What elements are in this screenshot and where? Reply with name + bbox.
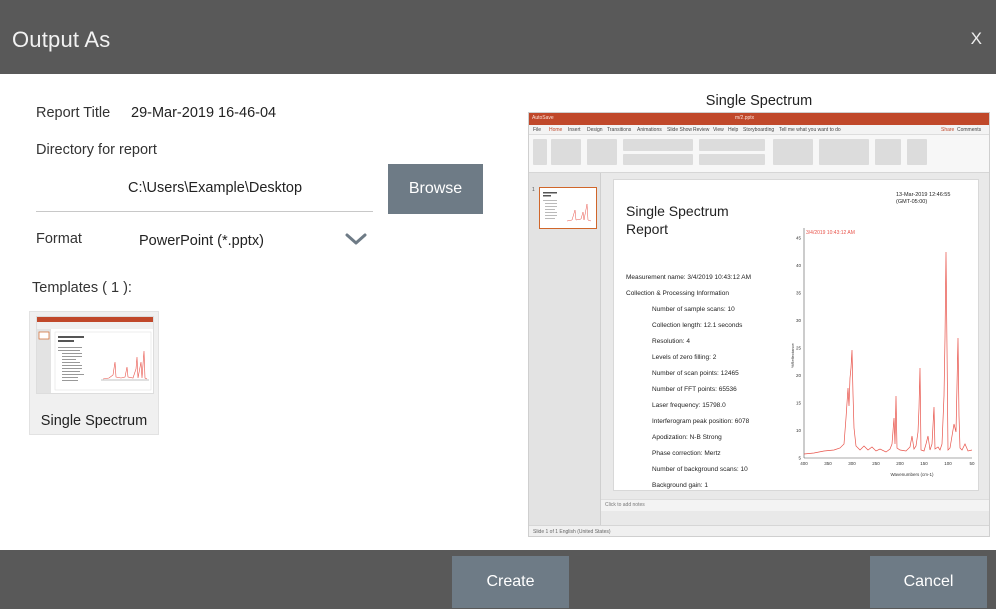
report-title-input[interactable]: 29-Mar-2019 16-46-04 bbox=[131, 105, 276, 121]
pp-statusbar: Slide 1 of 1 English (United States) bbox=[529, 525, 989, 536]
slide-title: Single Spectrum Report bbox=[626, 203, 729, 237]
dialog-title: Output As bbox=[12, 27, 111, 52]
slide-info-line: Interferogram peak position: 6078 bbox=[652, 418, 750, 425]
preview-title: Single Spectrum bbox=[705, 93, 813, 109]
slide-info-line: Number of scan points: 12465 bbox=[652, 370, 739, 377]
directory-divider bbox=[36, 211, 373, 212]
y-tick-label: 30 bbox=[796, 318, 802, 323]
slide-info-line: Background gain: 1 bbox=[652, 482, 709, 489]
slide-info-line: Levels of zero filling: 2 bbox=[652, 354, 717, 361]
x-tick-label: 50 bbox=[969, 461, 975, 466]
pp-slide: Single Spectrum Report 13-Mar-2019 12:46… bbox=[613, 179, 979, 491]
pp-window-title: m/2.pptx bbox=[735, 115, 755, 121]
x-tick-label: 150 bbox=[920, 461, 928, 466]
pp-tab: Transitions bbox=[607, 127, 632, 133]
y-tick-label: 45 bbox=[796, 236, 802, 241]
report-title-label: Report Title bbox=[36, 105, 111, 121]
pp-tab: Tell me what you want to do bbox=[779, 127, 841, 133]
browse-button[interactable]: Browse bbox=[388, 164, 483, 214]
svg-text:3/4/2019 10:43:12 AM: 3/4/2019 10:43:12 AM bbox=[806, 230, 855, 236]
pp-slide-thumbnail bbox=[539, 187, 597, 229]
pp-tab: Storyboarding bbox=[743, 127, 775, 133]
template-name: Single Spectrum bbox=[40, 413, 148, 429]
pp-comments: Comments bbox=[957, 127, 982, 133]
slide-info-line: Collection length: 12.1 seconds bbox=[652, 322, 743, 329]
format-label: Format bbox=[36, 231, 82, 247]
y-tick-label: 20 bbox=[796, 373, 802, 378]
pp-tab: Insert bbox=[568, 127, 581, 133]
chevron-down-icon[interactable] bbox=[343, 229, 369, 249]
y-tick-label: 25 bbox=[796, 346, 802, 351]
y-tick-label: 15 bbox=[796, 401, 802, 406]
x-tick-label: 350 bbox=[824, 461, 832, 466]
pp-notes: Click to add notes bbox=[601, 499, 989, 511]
cancel-button[interactable]: Cancel bbox=[870, 556, 987, 608]
svg-text:%Reflectance: %Reflectance bbox=[790, 343, 795, 368]
pp-tab: File bbox=[533, 127, 542, 133]
y-tick-label: 40 bbox=[796, 263, 802, 268]
slide-info-list: Measurement name: 3/4/2019 10:43:12 AM Co… bbox=[626, 270, 751, 494]
slide-info-line: Measurement name: 3/4/2019 10:43:12 AM bbox=[626, 274, 752, 281]
slide-info-line: Laser frequency: 15798.0 bbox=[652, 402, 726, 409]
slide-info-line: Number of sample scans: 10 bbox=[652, 306, 735, 313]
pp-ribbon bbox=[529, 135, 989, 173]
preview-image: AutoSave m/2.pptx File Home Insert Desig… bbox=[528, 112, 990, 537]
pp-slide-number: 1 bbox=[532, 187, 535, 193]
format-select[interactable]: PowerPoint (*.pptx) bbox=[139, 233, 264, 249]
slide-spectrum-chart: 3/4/2019 10:43:12 AM %Reflectance 45 40 35… bbox=[790, 228, 975, 477]
x-tick-label: 300 bbox=[848, 461, 856, 466]
pp-tab: Animations bbox=[637, 127, 662, 133]
slide-info-line: Phase correction: Mertz bbox=[652, 450, 721, 457]
slide-info-line: Number of FFT points: 65536 bbox=[652, 386, 737, 393]
pp-tab: Home bbox=[549, 127, 563, 133]
x-tick-label: 100 bbox=[944, 461, 952, 466]
pp-autosave: AutoSave bbox=[532, 115, 554, 121]
slide-info-line: Apodization: N-B Strong bbox=[652, 434, 722, 441]
y-tick-label: 5 bbox=[798, 456, 801, 461]
template-thumbnail bbox=[36, 316, 154, 394]
directory-input[interactable]: C:\Users\Example\Desktop bbox=[128, 180, 302, 196]
pp-tab: Help bbox=[728, 127, 739, 133]
y-tick-label: 35 bbox=[796, 291, 802, 296]
pp-share: Share bbox=[941, 127, 955, 133]
svg-text:Wavenumbers (cm-1): Wavenumbers (cm-1) bbox=[890, 472, 934, 477]
pp-tab: Slide Show bbox=[667, 127, 693, 133]
pp-titlebar: AutoSave m/2.pptx bbox=[529, 113, 989, 125]
x-tick-label: 250 bbox=[872, 461, 880, 466]
pp-tabs: File Home Insert Design Transitions Anim… bbox=[529, 125, 989, 135]
dialog-titlebar: Output As X bbox=[0, 0, 996, 74]
slide-info-line: Resolution: 4 bbox=[652, 338, 690, 345]
slide-info-line: Number of background scans: 10 bbox=[652, 466, 748, 473]
pp-tab: View bbox=[713, 127, 724, 133]
pp-slide-pane: 1 bbox=[529, 173, 601, 525]
y-tick-label: 10 bbox=[796, 428, 802, 433]
directory-label: Directory for report bbox=[36, 142, 157, 158]
x-tick-label: 400 bbox=[800, 461, 808, 466]
templates-header: Templates ( 1 ): bbox=[32, 280, 132, 296]
pp-tab: Review bbox=[693, 127, 710, 133]
pp-tab: Design bbox=[587, 127, 603, 133]
slide-date: 13-Mar-2019 12:46:55 (GMT-05:00) bbox=[896, 192, 951, 205]
close-icon[interactable]: X bbox=[971, 30, 982, 47]
slide-info-line: Collection & Processing Information bbox=[626, 290, 729, 297]
create-button[interactable]: Create bbox=[452, 556, 569, 608]
x-tick-label: 200 bbox=[896, 461, 904, 466]
template-card-single-spectrum[interactable]: Single Spectrum bbox=[29, 311, 159, 435]
